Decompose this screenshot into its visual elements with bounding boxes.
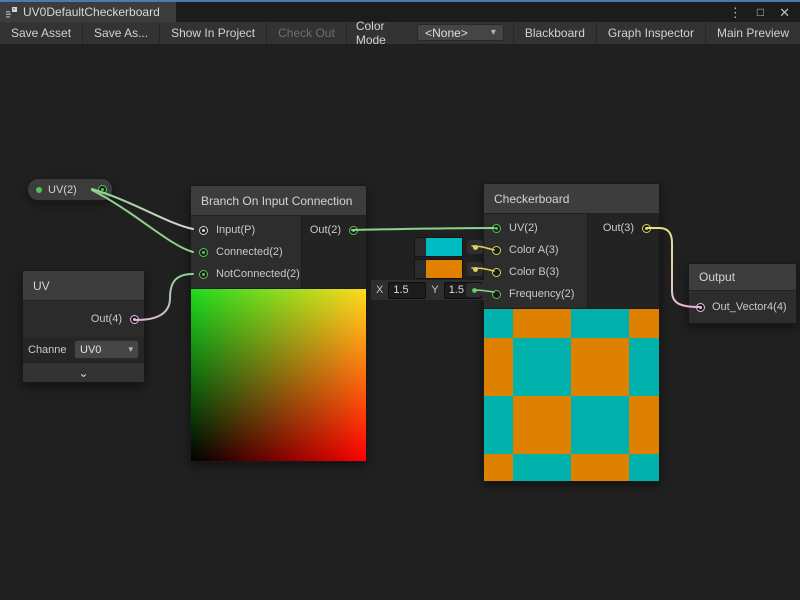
color-b-field[interactable] (414, 259, 463, 279)
uv-out-port[interactable] (130, 315, 139, 324)
branch-input-row-notconnected: NotConnected(2) (191, 263, 301, 285)
node-uv2-pill[interactable]: UV(2) (27, 178, 113, 201)
collapse-chevron-icon: ⌄ (78, 366, 88, 380)
frequency-y-label: Y (431, 284, 438, 296)
checkerboard-preview (484, 308, 659, 481)
branch-input-port[interactable] (199, 226, 208, 235)
checkerboard-uv-row: UV(2) (484, 217, 587, 239)
graph-canvas[interactable]: UV(2) Branch On Input Connection Input(P… (0, 0, 800, 600)
color-mode-value: <None> (425, 26, 468, 40)
checkerboard-uv-port[interactable] (492, 224, 501, 233)
color-mode-label: Color Mode (347, 22, 417, 44)
node-branch-on-input-connection[interactable]: Branch On Input Connection Input(P) Conn… (190, 185, 367, 462)
branch-out-port[interactable] (349, 226, 358, 235)
output-port-row: Out_Vector4(4) (689, 291, 796, 323)
chevron-down-icon: ▾ (491, 27, 496, 38)
tab-title: UV0DefaultCheckerboard (23, 5, 160, 19)
checkerboard-color-a-port[interactable] (492, 246, 501, 255)
branch-connected-port[interactable] (199, 248, 208, 257)
checkerboard-frequency-port[interactable] (492, 290, 501, 299)
uv-channel-row: Channe UV0 ▾ (23, 337, 144, 362)
frequency-connector-box (466, 283, 482, 297)
uv-channel-label: Channe (28, 344, 70, 356)
node-output[interactable]: Output Out_Vector4(4) (688, 263, 797, 324)
output-vector4-port[interactable] (696, 303, 705, 312)
frequency-connector (466, 283, 482, 297)
color-b-swatch[interactable] (426, 260, 462, 278)
toolbar-right-group: Color Mode <None> ▾ Blackboard Graph Ins… (347, 22, 800, 44)
frequency-connector-dot-icon (472, 288, 477, 293)
uv-output-row: Out(4) (23, 301, 144, 337)
branch-input-label: Input(P) (216, 224, 255, 236)
blackboard-button[interactable]: Blackboard (513, 22, 596, 44)
branch-output-row: Out(2) (302, 219, 366, 241)
uv-out-label: Out(4) (91, 313, 122, 325)
uv-node-title[interactable]: UV (23, 271, 144, 301)
branch-input-row-input: Input(P) (191, 219, 301, 241)
checkerboard-color-b-port[interactable] (492, 268, 501, 277)
uv-collapse-button[interactable]: ⌄ (23, 362, 144, 382)
output-vector4-label: Out_Vector4(4) (712, 301, 787, 313)
edge-branchout-to-checker-uv (352, 228, 494, 230)
color-a-connector-dot-icon (473, 245, 478, 250)
shader-graph-window: UV0DefaultCheckerboard ⋮ □ ✕ Save Asset … (0, 0, 800, 600)
checkerboard-node-title[interactable]: Checkerboard (484, 184, 659, 214)
save-asset-button[interactable]: Save Asset (0, 22, 83, 44)
checkerboard-uv-label: UV(2) (509, 222, 538, 234)
color-b-control (414, 259, 483, 279)
maximize-icon[interactable]: □ (757, 6, 764, 18)
pill-title: UV(2) (48, 184, 92, 196)
checkerboard-output-row: Out(3) (588, 217, 659, 239)
save-as-button[interactable]: Save As... (83, 22, 160, 44)
pill-out-port[interactable] (98, 185, 107, 194)
window-controls: ⋮ □ ✕ (729, 2, 800, 22)
output-node-title[interactable]: Output (689, 264, 796, 291)
branch-notconnected-label: NotConnected(2) (216, 268, 300, 280)
branch-node-title[interactable]: Branch On Input Connection (191, 186, 366, 216)
branch-out-label: Out(2) (310, 224, 341, 236)
node-uv[interactable]: UV Out(4) Channe UV0 ▾ ⌄ (22, 270, 145, 383)
checkerboard-color-a-label: Color A(3) (509, 244, 559, 256)
close-icon[interactable]: ✕ (779, 6, 790, 19)
color-a-field[interactable] (414, 237, 463, 257)
tab-uv0defaultcheckerboard[interactable]: UV0DefaultCheckerboard (0, 2, 176, 22)
frequency-x-input[interactable]: 1.5 (388, 282, 426, 299)
checkerboard-out-label: Out(3) (603, 222, 634, 234)
color-b-connector (467, 262, 483, 276)
main-preview-button[interactable]: Main Preview (705, 22, 800, 44)
checkerboard-frequency-row: Frequency(2) (484, 283, 587, 305)
window-menu-icon[interactable]: ⋮ (729, 6, 742, 19)
branch-input-row-connected: Connected(2) (191, 241, 301, 263)
color-a-control (414, 237, 483, 257)
graph-inspector-button[interactable]: Graph Inspector (596, 22, 705, 44)
checkerboard-color-b-row: Color B(3) (484, 261, 587, 283)
branch-uv-gradient-preview (191, 288, 366, 461)
branch-inputs: Input(P) Connected(2) NotConnected(2) (191, 216, 301, 288)
checkerboard-outputs: Out(3) (587, 214, 659, 308)
show-in-project-button[interactable]: Show In Project (160, 22, 267, 44)
color-a-swatch[interactable] (426, 238, 462, 256)
node-checkerboard[interactable]: Checkerboard UV(2) Color A(3) Color B(3) (483, 183, 660, 482)
color-b-connector-dot-icon (473, 267, 478, 272)
frequency-x-label: X (376, 284, 383, 296)
branch-connected-label: Connected(2) (216, 246, 283, 258)
color-mode-dropdown[interactable]: <None> ▾ (417, 24, 504, 41)
checkerboard-color-a-row: Color A(3) (484, 239, 587, 261)
shader-graph-icon (5, 6, 18, 19)
shader-graph-toolbar: Save Asset Save As... Show In Project Ch… (0, 22, 800, 45)
uv-channel-value: UV0 (80, 344, 101, 356)
check-out-button: Check Out (267, 22, 347, 44)
pill-dot-icon (36, 187, 42, 193)
checkerboard-inputs: UV(2) Color A(3) Color B(3) Frequency(2) (484, 214, 587, 308)
checkerboard-frequency-label: Frequency(2) (509, 288, 574, 300)
checkerboard-color-b-label: Color B(3) (509, 266, 559, 278)
checkerboard-out-port[interactable] (642, 224, 651, 233)
chevron-down-icon: ▾ (128, 344, 133, 355)
uv-channel-dropdown[interactable]: UV0 ▾ (74, 340, 139, 359)
branch-outputs: Out(2) (301, 216, 366, 288)
branch-notconnected-port[interactable] (199, 270, 208, 279)
color-a-connector (467, 240, 483, 254)
